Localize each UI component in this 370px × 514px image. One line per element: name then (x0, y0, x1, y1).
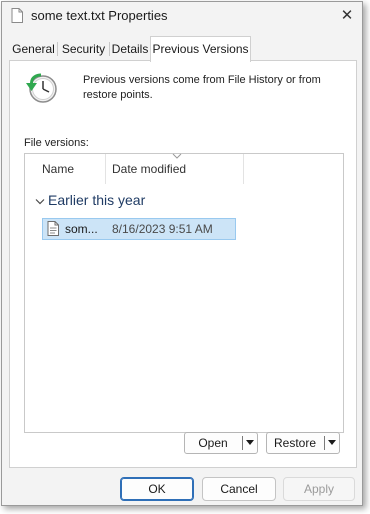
ok-button[interactable]: OK (120, 477, 194, 501)
tab-security[interactable]: Security (58, 38, 109, 60)
split-divider (242, 436, 243, 450)
list-item[interactable]: som... 8/16/2023 9:51 AM (42, 218, 236, 240)
dropdown-arrow-icon[interactable] (328, 440, 336, 446)
apply-button[interactable]: Apply (283, 477, 355, 501)
window-title: some text.txt Properties (31, 8, 168, 23)
column-divider (105, 154, 106, 184)
version-date: 8/16/2023 9:51 AM (112, 222, 213, 236)
column-header-name[interactable]: Name (42, 154, 74, 184)
version-name: som... (65, 222, 98, 236)
document-icon (11, 8, 23, 23)
file-versions-list[interactable]: Name Date modified Earlier this year som… (24, 153, 344, 433)
tab-general[interactable]: General (10, 38, 57, 60)
text-file-icon (47, 221, 59, 236)
open-button[interactable]: Open (185, 433, 241, 453)
chevron-down-icon[interactable] (35, 198, 45, 206)
group-header[interactable]: Earlier this year (48, 192, 145, 208)
split-divider (324, 436, 325, 450)
open-split-button[interactable]: Open (184, 432, 258, 454)
column-divider (243, 154, 244, 184)
restore-clock-icon (26, 73, 57, 103)
info-text: Previous versions come from File History… (83, 74, 321, 101)
column-header-date-modified[interactable]: Date modified (112, 154, 186, 184)
file-versions-label: File versions: (24, 137, 89, 149)
properties-dialog: some text.txt Properties ✕ General Secur… (1, 1, 363, 506)
tab-details[interactable]: Details (110, 38, 150, 60)
restore-split-button[interactable]: Restore (266, 432, 340, 454)
close-button[interactable]: ✕ (335, 5, 359, 27)
dropdown-arrow-icon[interactable] (246, 440, 254, 446)
tab-previous-versions[interactable]: Previous Versions (150, 36, 251, 62)
title-bar: some text.txt Properties ✕ (2, 2, 362, 30)
restore-button[interactable]: Restore (267, 433, 323, 453)
cancel-button[interactable]: Cancel (202, 477, 276, 501)
previous-versions-panel: Previous versions come from File History… (9, 60, 357, 468)
